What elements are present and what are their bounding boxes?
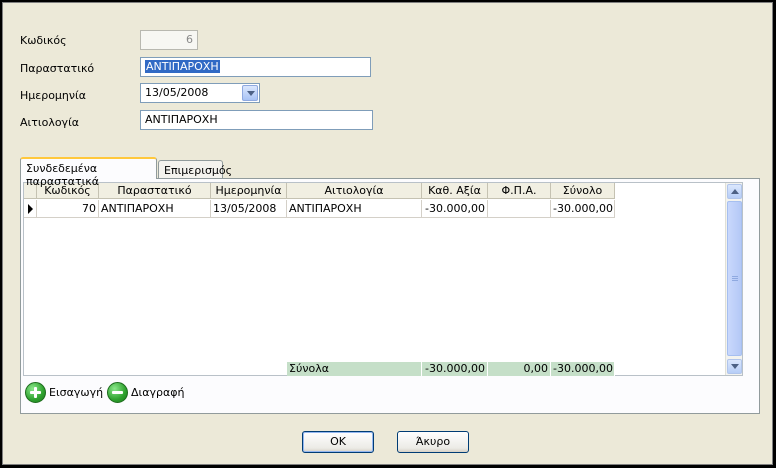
plus-icon — [25, 382, 46, 403]
cell-code[interactable]: 70 — [37, 200, 99, 218]
insert-button[interactable]: Εισαγωγή — [25, 382, 103, 403]
cancel-button[interactable]: Άκυρο — [397, 431, 469, 453]
totals-vat: 0,00 — [488, 362, 551, 376]
cell-total[interactable]: -30.000,00 — [551, 200, 615, 218]
cell-reason[interactable]: ΑΝΤΙΠΑΡΟΧΗ — [287, 200, 422, 218]
totals-net-value: -30.000,00 — [422, 362, 488, 376]
chevron-down-icon[interactable] — [242, 85, 258, 101]
table-row[interactable]: 70 ΑΝΤΙΠΑΡΟΧΗ 13/05/2008 ΑΝΤΙΠΑΡΟΧΗ -30.… — [24, 200, 615, 218]
ok-button[interactable]: OK — [302, 431, 374, 453]
documents-grid[interactable]: Κωδικός Παραστατικό Ημερομηνία Αιτιολογί… — [23, 182, 743, 376]
minus-icon — [107, 382, 128, 403]
code-field: 6 — [140, 30, 198, 50]
document-value: ΑΝΤΙΠΑΡΟΧΗ — [145, 60, 220, 73]
delete-button[interactable]: Διαγραφή — [107, 382, 184, 403]
grid-header: Κωδικός Παραστατικό Ημερομηνία Αιτιολογί… — [24, 183, 615, 199]
row-pointer-icon — [24, 200, 37, 218]
totals-label: Σύνολα — [287, 362, 422, 376]
document-label: Παραστατικό — [20, 62, 95, 75]
reason-field[interactable]: ΑΝΤΙΠΑΡΟΧΗ — [140, 110, 373, 130]
header-date[interactable]: Ημερομηνία — [211, 183, 287, 199]
code-label: Κωδικός — [20, 34, 67, 47]
totals-total: -30.000,00 — [551, 362, 615, 376]
header-document[interactable]: Παραστατικό — [99, 183, 211, 199]
scroll-up-icon[interactable] — [727, 184, 742, 199]
tab-linked-documents-label: Συνδεδεμένα παραστατικά — [26, 162, 100, 188]
tab-linked-documents[interactable]: Συνδεδεμένα παραστατικά — [20, 157, 157, 188]
tab-allocation[interactable]: Επιμερισμός — [158, 160, 232, 180]
cell-date[interactable]: 13/05/2008 — [211, 200, 287, 218]
totals-row: Σύνολα -30.000,00 0,00 -30.000,00 — [287, 362, 615, 376]
scroll-down-icon[interactable] — [727, 359, 742, 374]
cell-vat[interactable] — [488, 200, 551, 218]
document-dialog: Κωδικός 6 Παραστατικό ΑΝΤΙΠΑΡΟΧΗ Ημερομη… — [2, 2, 773, 465]
header-vat[interactable]: Φ.Π.Α. — [488, 183, 551, 199]
date-combo[interactable]: 13/05/2008 — [140, 83, 260, 103]
header-net-value[interactable]: Καθ. Αξία — [422, 183, 488, 199]
cell-net-value[interactable]: -30.000,00 — [422, 200, 488, 218]
code-value: 6 — [186, 33, 193, 46]
scroll-thumb[interactable] — [727, 201, 742, 356]
insert-label: Εισαγωγή — [49, 386, 104, 399]
header-reason[interactable]: Αιτιολογία — [287, 183, 422, 199]
reason-value: ΑΝΤΙΠΑΡΟΧΗ — [145, 113, 218, 126]
date-value: 13/05/2008 — [145, 86, 209, 99]
date-label: Ημερομηνία — [20, 89, 87, 102]
header-total[interactable]: Σύνολο — [551, 183, 615, 199]
tab-allocation-label: Επιμερισμός — [164, 164, 233, 177]
vertical-scrollbar[interactable] — [725, 183, 742, 375]
document-field[interactable]: ΑΝΤΙΠΑΡΟΧΗ — [140, 57, 371, 77]
delete-label: Διαγραφή — [131, 386, 185, 399]
reason-label: Αιτιολογία — [20, 116, 80, 129]
cell-document[interactable]: ΑΝΤΙΠΑΡΟΧΗ — [99, 200, 211, 218]
